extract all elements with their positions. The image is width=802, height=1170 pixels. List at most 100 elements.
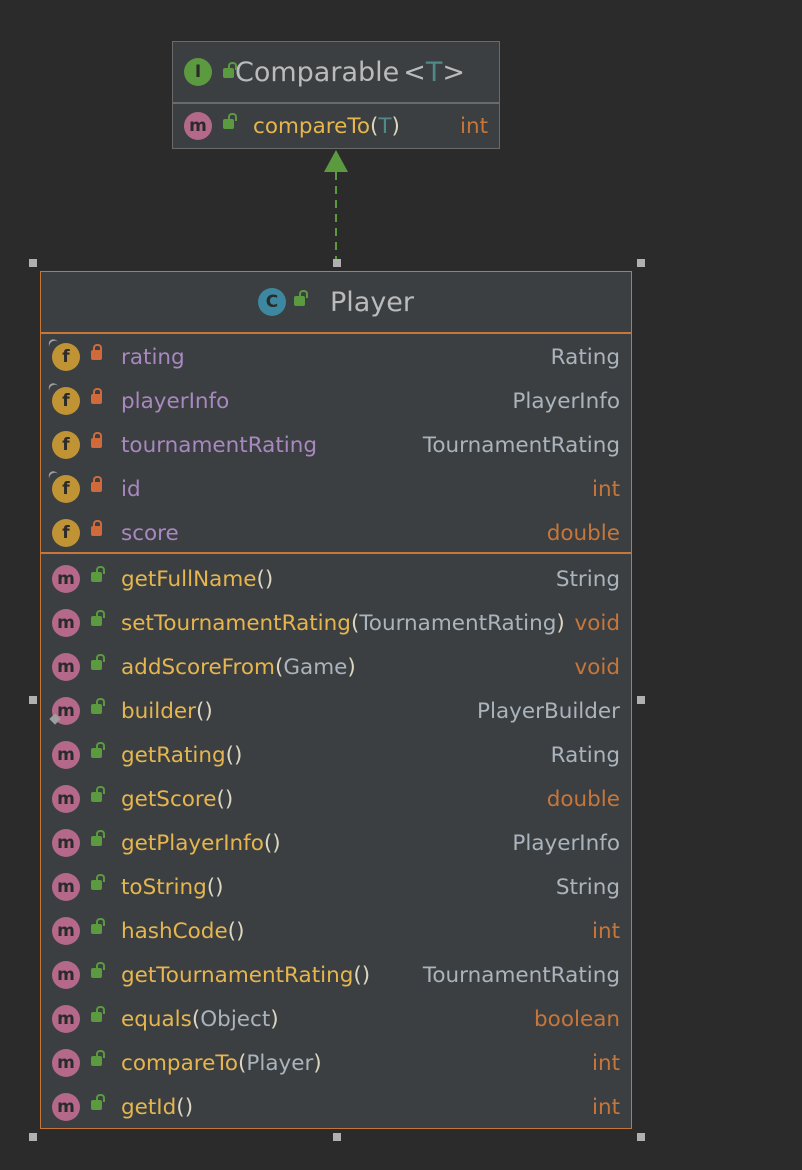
method-row[interactable]: m compareTo(Player) int: [41, 1041, 631, 1085]
method-row[interactable]: m getFullName() String: [41, 557, 631, 601]
interface-icon: I: [184, 58, 212, 86]
method-icon: m: [52, 829, 80, 857]
member-icons: m: [41, 557, 121, 601]
paren-close: ): [347, 654, 356, 680]
public-lock-icon: [91, 610, 105, 626]
field-row[interactable]: f tournamentRating TournamentRating: [41, 423, 631, 467]
class-header: C Player: [41, 272, 631, 334]
public-lock-icon: [223, 62, 237, 78]
public-lock-icon: [91, 830, 105, 846]
method-param: TournamentRating: [359, 610, 557, 636]
method-name: getFullName: [121, 566, 257, 592]
field-icon: f: [52, 519, 80, 547]
field-name: id: [121, 476, 141, 502]
method-signature: getScore(): [121, 787, 547, 812]
method-type: String: [555, 874, 620, 900]
paren-close: ): [272, 830, 281, 856]
method-signature: getRating(): [121, 743, 551, 768]
selection-handle[interactable]: [333, 259, 341, 267]
method-signature: setTournamentRating(TournamentRating): [121, 611, 575, 636]
public-lock-icon: [91, 742, 105, 758]
method-signature: getTournamentRating(): [121, 963, 423, 988]
field-row[interactable]: f rating Rating: [41, 335, 631, 379]
private-lock-icon: [91, 476, 102, 492]
member-icons: f: [41, 511, 121, 555]
member-icons: m: [41, 909, 121, 953]
method-row[interactable]: m getId() int: [41, 1085, 631, 1129]
method-name: builder: [121, 698, 196, 724]
method-type: boolean: [534, 1006, 620, 1032]
method-icon: m: [184, 112, 212, 140]
method-type: int: [459, 113, 488, 139]
public-lock-icon: [91, 1006, 105, 1022]
method-icon: m: [52, 609, 80, 637]
method-row[interactable]: m setTournamentRating(TournamentRating) vo…: [41, 601, 631, 645]
method-row[interactable]: m builder() PlayerBuilder: [41, 689, 631, 733]
method-row[interactable]: m getPlayerInfo() PlayerInfo: [41, 821, 631, 865]
paren-close: ): [270, 1006, 279, 1032]
method-row[interactable]: m getRating() Rating: [41, 733, 631, 777]
interface-method-row[interactable]: m compareTo(T) int: [173, 104, 499, 148]
member-icons: m: [173, 104, 253, 148]
interface-name: Comparable: [234, 56, 400, 88]
interface-header: I Comparable < T >: [173, 42, 499, 104]
method-name: setTournamentRating: [121, 610, 351, 636]
field-type: PlayerInfo: [512, 388, 620, 414]
field-row[interactable]: f score double: [41, 511, 631, 555]
selection-handle[interactable]: [29, 696, 37, 704]
method-row[interactable]: m getScore() double: [41, 777, 631, 821]
private-lock-icon: [91, 432, 102, 448]
method-name: getRating: [121, 742, 226, 768]
method-row[interactable]: m addScoreFrom(Game) void: [41, 645, 631, 689]
method-row[interactable]: m getTournamentRating() TournamentRating: [41, 953, 631, 997]
selection-handle[interactable]: [29, 259, 37, 267]
member-icons: m: [41, 777, 121, 821]
method-row[interactable]: m equals(Object) boolean: [41, 997, 631, 1041]
public-lock-icon: [91, 918, 105, 934]
method-name: compareTo: [121, 1050, 238, 1076]
field-row[interactable]: f id int: [41, 467, 631, 511]
member-icons: m: [41, 821, 121, 865]
selection-handle[interactable]: [637, 696, 645, 704]
method-row[interactable]: m toString() String: [41, 865, 631, 909]
field-type: int: [591, 476, 620, 502]
paren-open: (: [256, 566, 265, 592]
method-name: getId: [121, 1094, 177, 1120]
class-icon: C: [257, 288, 286, 316]
method-signature: equals(Object): [121, 1007, 534, 1032]
paren-close: ): [391, 113, 400, 139]
method-icon: m: [52, 785, 80, 813]
method-param: Game: [283, 654, 348, 680]
private-lock-icon: [91, 388, 102, 404]
method-icon: m: [52, 873, 80, 901]
selection-handle[interactable]: [637, 259, 645, 267]
paren-open: (: [353, 962, 362, 988]
paren-open: (: [227, 918, 237, 944]
method-signature: getId(): [121, 1095, 592, 1120]
paren-close: ): [224, 786, 234, 812]
selection-handle[interactable]: [637, 1133, 645, 1141]
field-row[interactable]: f playerInfo PlayerInfo: [41, 379, 631, 423]
comparable-interface-node[interactable]: I Comparable < T > m compareTo(T) int: [172, 41, 500, 149]
method-icon: m: [52, 653, 80, 681]
method-name: equals: [121, 1006, 192, 1032]
method-type: PlayerBuilder: [477, 698, 620, 724]
method-row[interactable]: m hashCode() int: [41, 909, 631, 953]
selection-handle[interactable]: [29, 1133, 37, 1141]
method-param: Object: [200, 1006, 271, 1032]
generic-close: >: [442, 56, 465, 88]
method-name: hashCode: [121, 918, 228, 944]
player-class-node[interactable]: C Player f rating Rating f playerInfo PlayerI…: [40, 271, 632, 1129]
field-icon: f: [52, 431, 80, 459]
method-icon: m: [52, 741, 80, 769]
method-icon: m: [52, 1005, 80, 1033]
method-type: String: [555, 566, 620, 592]
paren-open: (: [216, 786, 225, 812]
field-name: rating: [121, 344, 185, 370]
method-type: PlayerInfo: [512, 830, 620, 856]
paren-close: ): [236, 918, 245, 944]
selection-handle[interactable]: [333, 1133, 341, 1141]
paren-close: ): [234, 742, 243, 768]
private-lock-icon: [91, 520, 102, 536]
paren-close: ): [556, 610, 565, 636]
